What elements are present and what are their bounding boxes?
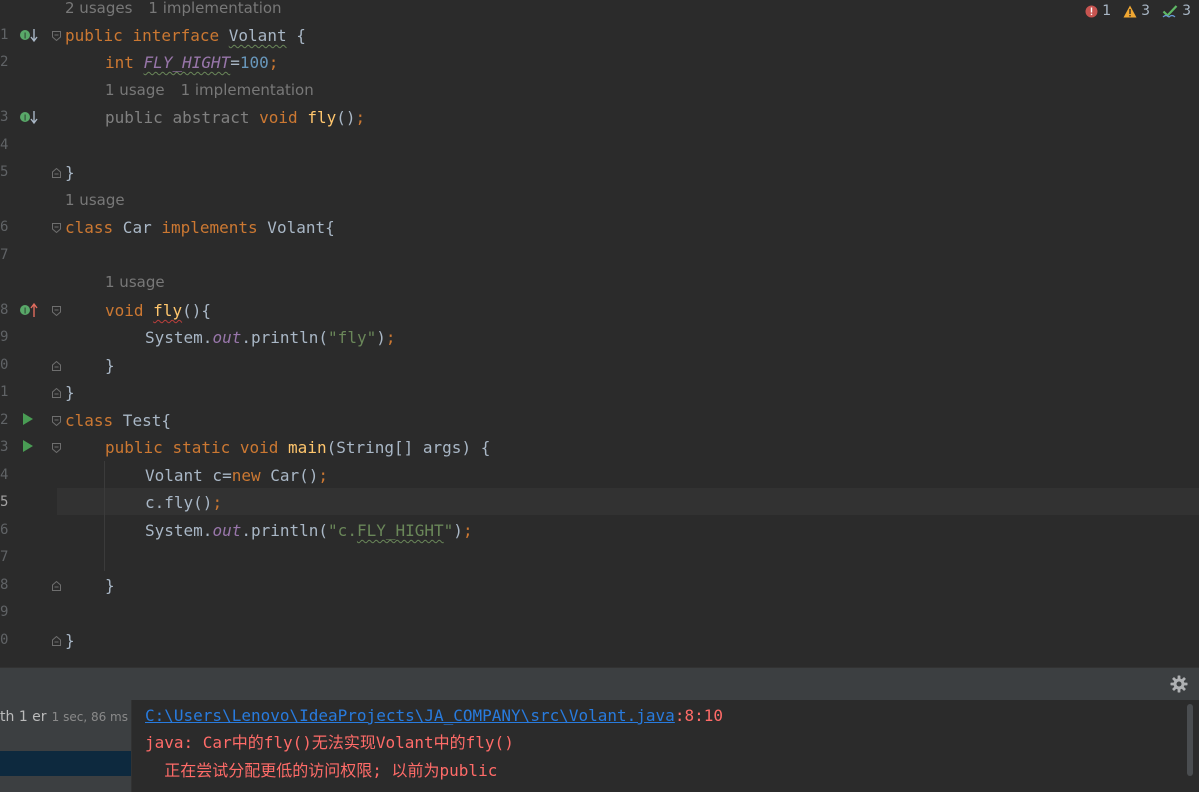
warning-count[interactable]: 3 xyxy=(1123,3,1150,19)
build-status-label: th 1 er xyxy=(0,709,47,725)
code-line[interactable]: public interface Volant { xyxy=(65,22,306,49)
build-tool-window-header xyxy=(0,667,1199,701)
code-line-current[interactable]: c.fly(); xyxy=(145,489,222,516)
line-number[interactable]: 7 xyxy=(0,544,16,571)
code-line[interactable]: class Car implements Volant{ xyxy=(65,214,335,241)
fold-close-icon[interactable] xyxy=(52,388,61,398)
line-number[interactable]: 4 xyxy=(0,132,16,159)
output-line-error: java: Car中的fly()无法实现Volant中的fly() xyxy=(145,733,514,752)
line-number[interactable]: 3 xyxy=(0,434,16,461)
build-tree[interactable]: th 1 er 1 sec, 86 ms xyxy=(0,700,132,792)
build-tree-selected-row[interactable] xyxy=(0,751,131,776)
fold-close-icon[interactable] xyxy=(52,361,61,371)
code-line[interactable]: int FLY_HIGHT=100; xyxy=(105,49,278,76)
line-number[interactable]: 8 xyxy=(0,572,16,599)
line-number[interactable]: 2 xyxy=(0,407,16,434)
line-number[interactable]: 6 xyxy=(0,214,16,241)
code-line[interactable]: } xyxy=(105,352,115,379)
code-vision-hint[interactable]: 1 usage xyxy=(65,190,141,210)
fold-open-icon[interactable] xyxy=(52,223,61,233)
build-tree-row[interactable]: th 1 er 1 sec, 86 ms xyxy=(0,703,131,729)
code-line[interactable]: void fly(){ xyxy=(105,297,211,324)
error-count[interactable]: 1 xyxy=(1085,3,1111,19)
code-vision-hint[interactable]: 2 usages 1 implementation xyxy=(65,0,298,18)
indent-guide xyxy=(104,461,105,571)
line-number[interactable]: 1 xyxy=(0,379,16,406)
code-editor[interactable]: 1 3 3 1 2 3 4 5 6 7 8 9 0 1 2 3 4 5 6 7 … xyxy=(0,0,1199,667)
code-line[interactable]: System.out.println("fly"); xyxy=(145,324,396,351)
code-line[interactable]: public static void main(String[] args) { xyxy=(105,434,490,461)
fold-close-icon[interactable] xyxy=(52,581,61,591)
line-number-current[interactable]: 5 xyxy=(0,489,16,516)
fold-close-icon[interactable] xyxy=(52,636,61,646)
fold-open-icon[interactable] xyxy=(52,306,61,316)
check-icon xyxy=(1162,5,1178,18)
svg-text:I: I xyxy=(24,307,26,316)
implementations-hint[interactable]: 1 implementation xyxy=(148,0,281,17)
implemented-down-icon[interactable]: I xyxy=(19,109,39,127)
line-number[interactable]: 6 xyxy=(0,517,16,544)
build-duration: 1 sec, 86 ms xyxy=(51,710,128,724)
usages-hint[interactable]: 1 usage xyxy=(105,273,165,291)
line-number[interactable]: 1 xyxy=(0,22,16,49)
output-scrollbar[interactable] xyxy=(1187,704,1193,776)
fold-open-icon[interactable] xyxy=(52,416,61,426)
warning-count-value: 3 xyxy=(1141,3,1151,19)
code-line[interactable]: } xyxy=(65,627,75,654)
line-number[interactable]: 2 xyxy=(0,49,16,76)
code-vision-hint[interactable]: 1 usage xyxy=(105,272,181,292)
error-icon xyxy=(1085,5,1098,17)
usages-hint[interactable]: 2 usages xyxy=(65,0,132,17)
code-line[interactable]: } xyxy=(65,379,75,406)
line-number[interactable]: 7 xyxy=(0,242,16,269)
warning-icon xyxy=(1123,5,1137,17)
line-number[interactable]: 0 xyxy=(0,352,16,379)
svg-text:I: I xyxy=(24,114,26,123)
code-line[interactable]: } xyxy=(105,572,115,599)
weak-warning-count[interactable]: 3 xyxy=(1162,3,1191,19)
line-number[interactable]: 9 xyxy=(0,599,16,626)
code-line[interactable]: public abstract void fly(); xyxy=(105,104,365,131)
line-number[interactable]: 0 xyxy=(0,627,16,654)
code-line[interactable]: Volant c=new Car(); xyxy=(145,462,328,489)
svg-text:I: I xyxy=(24,32,26,41)
implementations-hint[interactable]: 1 implementation xyxy=(181,81,314,99)
line-number[interactable]: 5 xyxy=(0,159,16,186)
usages-hint[interactable]: 1 usage xyxy=(65,191,125,209)
code-vision-hint[interactable]: 1 usage 1 implementation xyxy=(105,80,330,100)
run-icon[interactable] xyxy=(22,439,34,453)
line-number[interactable]: 3 xyxy=(0,104,16,131)
implemented-down-icon[interactable]: I xyxy=(19,27,39,45)
line-number[interactable]: 4 xyxy=(0,462,16,489)
usages-hint[interactable]: 1 usage xyxy=(105,81,165,99)
error-count-value: 1 xyxy=(1102,3,1112,19)
code-line[interactable]: } xyxy=(65,159,75,186)
code-line[interactable]: class Test{ xyxy=(65,407,171,434)
output-line-path[interactable]: C:\Users\Lenovo\IdeaProjects\JA_COMPANY\… xyxy=(145,702,723,729)
current-line-highlight xyxy=(57,488,1199,515)
fold-open-icon[interactable] xyxy=(52,31,61,41)
fold-close-icon[interactable] xyxy=(52,168,61,178)
code-line[interactable]: System.out.println("c.FLY_HIGHT"); xyxy=(145,517,473,544)
implements-up-icon[interactable]: I xyxy=(19,301,39,319)
line-number[interactable]: 9 xyxy=(0,324,16,351)
build-output[interactable]: C:\Users\Lenovo\IdeaProjects\JA_COMPANY\… xyxy=(132,700,1199,792)
fold-open-icon[interactable] xyxy=(52,443,61,453)
output-line-detail: 正在尝试分配更低的访问权限; 以前为public xyxy=(145,761,498,780)
gear-icon[interactable] xyxy=(1169,674,1189,694)
file-path-link[interactable]: C:\Users\Lenovo\IdeaProjects\JA_COMPANY\… xyxy=(145,706,675,725)
line-number[interactable]: 8 xyxy=(0,297,16,324)
file-position: :8:10 xyxy=(674,706,723,725)
weak-warning-count-value: 3 xyxy=(1182,3,1191,19)
run-icon[interactable] xyxy=(22,412,34,426)
inspection-status[interactable]: 1 3 3 xyxy=(1085,0,1191,22)
